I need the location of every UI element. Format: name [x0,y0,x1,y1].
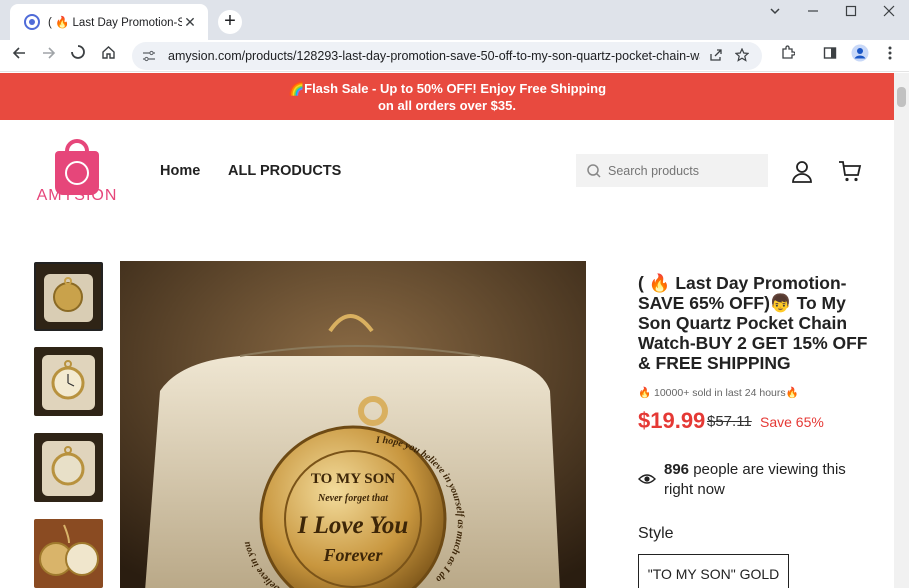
search-icon [586,163,602,179]
back-icon[interactable] [7,44,31,68]
compare-price: $57.11 [707,413,752,430]
product-thumbnail-2[interactable] [34,347,103,416]
promo-line-1: 🌈Flash Sale - Up to 50% OFF! Enjoy Free … [287,81,607,96]
browser-toolbar: amysion.com/products/128293-last-day-pro… [0,40,909,72]
eye-icon [638,460,664,500]
style-option-selected[interactable]: "TO MY SON" GOLD [638,554,789,588]
address-bar[interactable]: amysion.com/products/128293-last-day-pro… [132,42,762,70]
logo-globe-icon [65,161,89,185]
new-tab-button[interactable]: + [218,10,242,34]
loading-favicon-icon [24,14,40,30]
product-thumbnail-1[interactable] [34,262,103,331]
url-text: amysion.com/products/128293-last-day-pro… [168,49,700,63]
tab-title: ( 🔥 Last Day Promotion-SAVE 65% OFF) [48,17,182,29]
nav-home[interactable]: Home [160,163,200,179]
promo-line-2: on all orders over $35. [377,98,516,113]
bookmark-star-icon[interactable] [732,47,752,65]
page-scrollbar[interactable] [894,73,909,588]
live-viewers: 896 people are viewing this right now [638,460,873,500]
viewers-text: people are viewing this right now [664,461,846,498]
watch-engraving-line-4: Forever [323,545,384,565]
profile-avatar-icon[interactable] [848,44,872,68]
minimize-icon[interactable] [800,4,826,24]
viewers-count: 896 [664,461,690,478]
menu-icon[interactable] [878,44,902,68]
watch-engraving-line-1: TO MY SON [311,471,395,487]
tab-close-icon[interactable]: ✕ [182,14,198,31]
viewers-text-wrap: 896 people are viewing this right now [664,460,873,500]
site-info-icon[interactable] [142,50,156,62]
browser-tab[interactable]: ( 🔥 Last Day Promotion-SAVE 65% OFF) ✕ [10,4,208,40]
save-badge: Save 65% [760,414,824,430]
search-box[interactable] [576,154,768,187]
home-icon[interactable] [96,44,120,68]
web-page: 🌈Flash Sale - Up to 50% OFF! Enjoy Free … [0,73,894,588]
scrollbar-thumb[interactable] [897,87,906,107]
watch-engraving-line-2: Never forget that [317,493,389,504]
account-icon[interactable] [790,159,814,183]
product-title: ( 🔥 Last Day Promotion-SAVE 65% OFF)👦 To… [638,273,868,373]
watch-engraving-line-3: I Love You [297,512,409,539]
sold-count: 🔥 10000+ sold in last 24 hours🔥 [638,387,799,399]
cart-icon[interactable] [838,159,862,183]
nav-all-products[interactable]: ALL PRODUCTS [228,163,341,179]
product-thumbnail-3[interactable] [34,433,103,502]
share-icon[interactable] [706,48,726,65]
store-logo[interactable]: AMYSION [36,137,118,207]
maximize-icon[interactable] [838,4,864,24]
forward-icon[interactable] [37,44,61,68]
logo-text: AMYSION [36,187,118,204]
extensions-icon[interactable] [775,44,799,68]
loading-spinner-icon[interactable] [66,44,90,68]
style-label: Style [638,525,674,542]
product-main-image[interactable]: TO MY SON Never forget that I Love You Fore… [120,261,586,588]
search-input[interactable] [608,163,758,178]
window-close-icon[interactable] [876,4,902,24]
product-thumbnail-4[interactable] [34,519,103,588]
sale-price: $19.99 [638,408,706,433]
promo-banner[interactable]: 🌈Flash Sale - Up to 50% OFF! Enjoy Free … [0,73,894,120]
tab-search-icon[interactable] [762,4,788,24]
tab-strip: ( 🔥 Last Day Promotion-SAVE 65% OFF) ✕ + [0,0,909,40]
side-panel-icon[interactable] [818,44,842,68]
